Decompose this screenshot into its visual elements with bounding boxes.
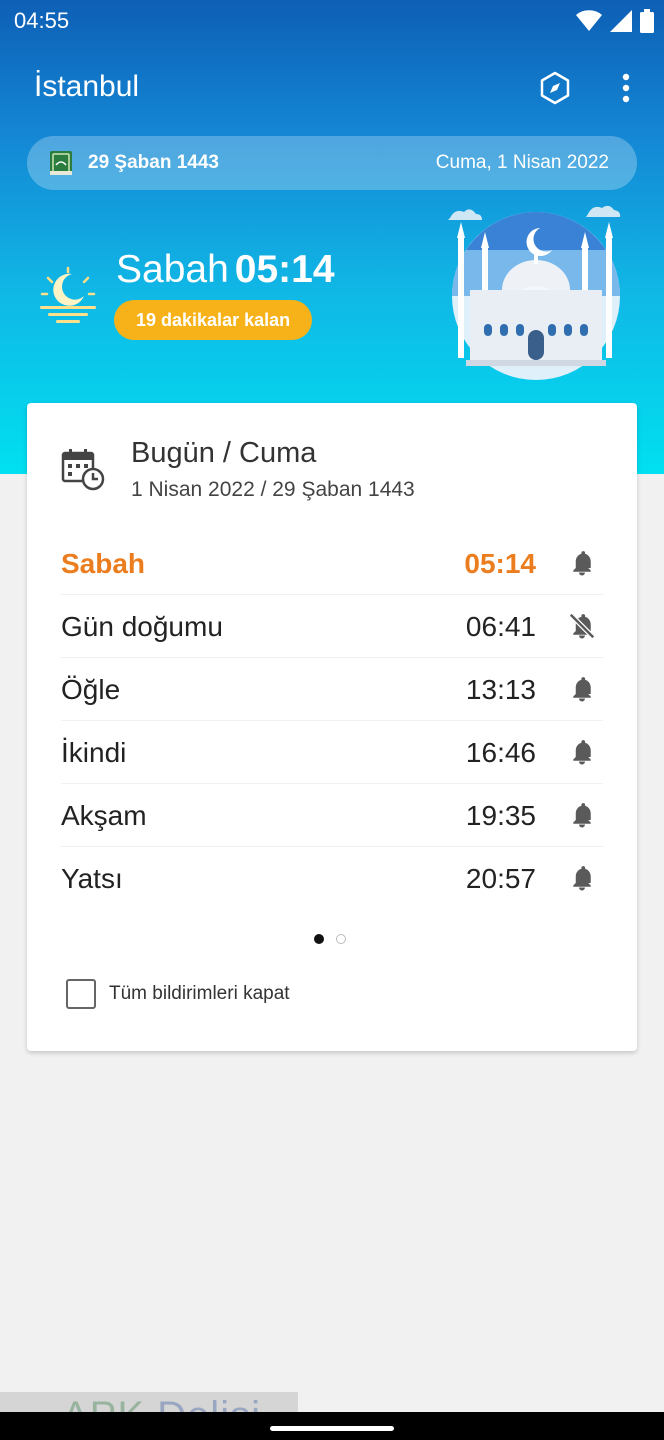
bell-icon[interactable]: [567, 863, 597, 893]
prayer-name: Öğle: [61, 674, 121, 705]
prayer-row-yatsi[interactable]: Yatsı 20:57: [61, 847, 603, 910]
compass-button[interactable]: [533, 66, 577, 110]
gregorian-date: Cuma, 1 Nisan 2022: [435, 152, 609, 173]
prayer-time: 13:13: [465, 674, 536, 705]
more-vert-icon: [622, 73, 630, 103]
more-options-button[interactable]: [604, 66, 648, 110]
prayer-times-card: Bugün / Cuma 1 Nisan 2022 / 29 Şaban 144…: [27, 403, 637, 1051]
prayer-name: İkindi: [61, 737, 127, 768]
bell-off-icon[interactable]: [567, 611, 597, 641]
mute-all-toggle[interactable]: Tüm bildirimleri kapat: [66, 979, 290, 1009]
quran-book-icon: [50, 151, 72, 175]
prayer-name: Yatsı: [61, 863, 123, 894]
signal-icon: [610, 10, 632, 32]
home-gesture-handle[interactable]: [270, 1426, 394, 1431]
prayer-row-ogle[interactable]: Öğle 13:13: [61, 658, 603, 721]
status-bar: 04:55: [0, 0, 664, 44]
next-prayer-time: 05:14: [234, 248, 335, 291]
page-indicator: [314, 934, 346, 944]
prayer-name: Gün doğumu: [61, 611, 223, 642]
prayer-row-aksam[interactable]: Akşam 19:35: [61, 784, 603, 847]
prayer-time: 19:35: [465, 800, 536, 831]
calendar-clock-icon: [61, 449, 105, 491]
card-title: Bugün / Cuma: [131, 437, 317, 469]
bell-icon[interactable]: [567, 674, 597, 704]
card-subtitle: 1 Nisan 2022 / 29 Şaban 1443: [131, 478, 415, 501]
status-time: 04:55: [14, 8, 70, 33]
mute-all-label: Tüm bildirimleri kapat: [109, 983, 290, 1004]
prayer-time: 05:14: [464, 548, 536, 579]
battery-icon: [640, 9, 654, 33]
bell-icon[interactable]: [567, 800, 597, 830]
dawn-moon-icon: [40, 266, 96, 323]
prayer-name: Akşam: [61, 800, 147, 831]
prayer-time: 20:57: [465, 863, 536, 894]
page-dot[interactable]: [336, 934, 346, 944]
prayer-time: 06:41: [465, 611, 536, 642]
date-bar[interactable]: 29 Şaban 1443 Cuma, 1 Nisan 2022: [27, 136, 637, 190]
page-dot-active[interactable]: [314, 934, 324, 944]
next-prayer-name: Sabah: [116, 248, 229, 291]
compass-icon: [540, 71, 570, 105]
prayer-name: Sabah: [61, 548, 146, 579]
bell-icon[interactable]: [567, 737, 597, 767]
prayer-time: 16:46: [465, 737, 536, 768]
bell-icon[interactable]: [567, 548, 597, 578]
mosque-illustration: [448, 205, 621, 380]
prayer-row-sabah[interactable]: Sabah 05:14: [61, 532, 603, 595]
wifi-icon: [576, 10, 602, 31]
prayer-list: Sabah 05:14 Gün doğumu 06:41 Öğle 13:13 …: [61, 532, 603, 910]
remaining-time-badge: 19 dakikalar kalan: [114, 300, 313, 340]
city-title: İstanbul: [34, 70, 140, 103]
prayer-row-ikindi[interactable]: İkindi 16:46: [61, 721, 603, 784]
prayer-row-gun-dogumu[interactable]: Gün doğumu 06:41: [61, 595, 603, 658]
next-prayer-heading: Sabah 05:14: [116, 248, 335, 292]
mute-all-checkbox[interactable]: [66, 979, 96, 1009]
hijri-date: 29 Şaban 1443: [88, 152, 219, 173]
